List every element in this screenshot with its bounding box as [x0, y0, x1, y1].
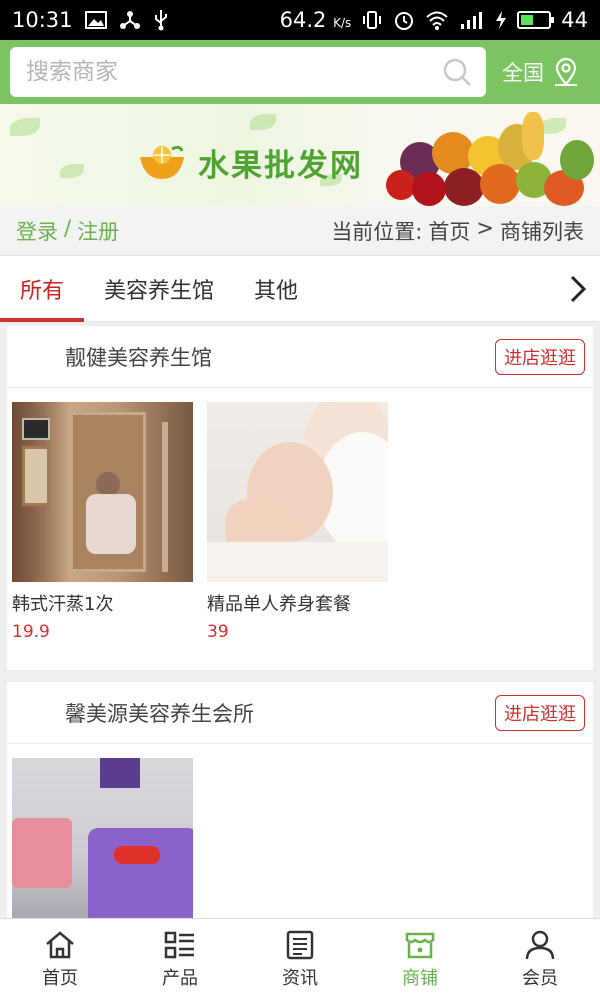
chevron-right-icon: [570, 275, 587, 302]
user-icon: [525, 930, 555, 959]
search-box[interactable]: [10, 47, 486, 97]
nav-label: 商铺: [402, 967, 438, 989]
visit-shop-button[interactable]: 进店逛逛: [495, 338, 585, 375]
nav-products[interactable]: 产品: [120, 919, 240, 1000]
register-link[interactable]: 注册: [77, 216, 119, 246]
product-item[interactable]: 精品单人养身套餐 39: [207, 402, 388, 642]
tab-other[interactable]: 其他: [234, 256, 318, 321]
charging-icon: [496, 11, 507, 29]
tab-label: 所有: [20, 278, 65, 304]
region-selector[interactable]: 全国: [502, 57, 580, 87]
search-header: 全国: [0, 40, 600, 104]
product-item[interactable]: 韩式汗蒸1次 19.9: [12, 402, 193, 642]
bottom-nav: 首页 产品 资讯 商铺 会员: [0, 918, 600, 1000]
region-label: 全国: [502, 61, 544, 85]
shop-name[interactable]: 馨美源美容养生会所: [65, 698, 254, 728]
login-link[interactable]: 登录: [16, 216, 58, 246]
news-icon: [286, 930, 314, 959]
fruit-basket-image: [372, 110, 600, 206]
site-logo: 水果批发网: [136, 140, 363, 185]
product-price: 39: [207, 622, 229, 642]
store-icon: [405, 932, 435, 958]
image-icon: [84, 11, 107, 29]
battery-percent: 44: [561, 8, 588, 32]
fruit-bowl-icon: [140, 145, 184, 179]
shop-name[interactable]: 靓健美容养生馆: [65, 342, 212, 372]
signal-icon: [461, 12, 483, 29]
shop-card: 靓健美容养生馆 进店逛逛 韩式汗蒸1次 19.9 精品单人养身套餐 39: [7, 326, 593, 670]
visit-shop-button[interactable]: 进店逛逛: [495, 694, 585, 731]
breadcrumb-current: 商铺列表: [500, 219, 584, 244]
battery-icon: [517, 11, 555, 29]
product-price: 19.9: [12, 622, 50, 642]
product-name[interactable]: 韩式汗蒸1次: [12, 590, 193, 616]
category-tabs: 所有 美容养生馆 其他: [0, 256, 600, 322]
nav-shops[interactable]: 商铺: [360, 919, 480, 1000]
usb-icon: [154, 10, 167, 31]
location-icon: [555, 57, 577, 86]
alarm-icon: [395, 12, 414, 30]
breadcrumb-arrow: >: [476, 215, 494, 240]
search-input[interactable]: [26, 59, 442, 85]
site-name: 水果批发网: [198, 148, 363, 184]
shop-header[interactable]: 靓健美容养生馆 进店逛逛: [7, 326, 593, 388]
search-icon[interactable]: [442, 57, 472, 87]
vibrate-icon: [363, 11, 382, 29]
nav-news[interactable]: 资讯: [240, 919, 360, 1000]
tab-label: 美容养生馆: [104, 278, 215, 304]
auth-links: 登录 / 注册: [16, 216, 119, 246]
shop-list: 靓健美容养生馆 进店逛逛 韩式汗蒸1次 19.9 精品单人养身套餐 39 馨美源…: [0, 322, 600, 966]
nav-label: 产品: [162, 967, 198, 989]
breadcrumb: 当前位置: 首页 > 商铺列表: [331, 216, 584, 246]
home-icon: [46, 930, 74, 958]
list-icon: [164, 931, 194, 958]
nav-home[interactable]: 首页: [0, 919, 120, 1000]
tab-label: 其他: [254, 278, 299, 304]
product-name[interactable]: 精品单人养身套餐: [207, 590, 388, 616]
tab-all[interactable]: 所有: [0, 256, 85, 322]
product-list: 韩式汗蒸1次 19.9 精品单人养身套餐 39: [7, 388, 593, 670]
promo-banner[interactable]: 水果批发网: [0, 104, 600, 206]
tab-beauty-spa[interactable]: 美容养生馆: [84, 256, 234, 321]
breadcrumb-bar: 登录 / 注册 当前位置: 首页 > 商铺列表: [0, 206, 600, 256]
status-time: 10:31: [12, 8, 73, 32]
breadcrumb-home[interactable]: 首页: [428, 216, 470, 246]
wifi-icon: [426, 11, 448, 30]
shop-header[interactable]: 馨美源美容养生会所 进店逛逛: [7, 682, 593, 744]
product-image[interactable]: [12, 402, 193, 582]
product-item[interactable]: [12, 758, 193, 938]
nav-label: 首页: [42, 967, 78, 989]
nav-member[interactable]: 会员: [480, 919, 600, 1000]
status-bar: 10:31 64.2 K/s 44: [0, 0, 600, 40]
auth-separator: /: [64, 215, 72, 240]
product-image[interactable]: [207, 402, 388, 582]
nav-label: 会员: [522, 967, 558, 989]
nav-label: 资讯: [282, 967, 318, 989]
share-icon: [119, 11, 140, 29]
tabs-more-button[interactable]: [568, 256, 588, 321]
net-speed: 64.2 K/s: [279, 8, 352, 32]
product-image[interactable]: [12, 758, 193, 938]
breadcrumb-prefix: 当前位置:: [331, 219, 423, 244]
